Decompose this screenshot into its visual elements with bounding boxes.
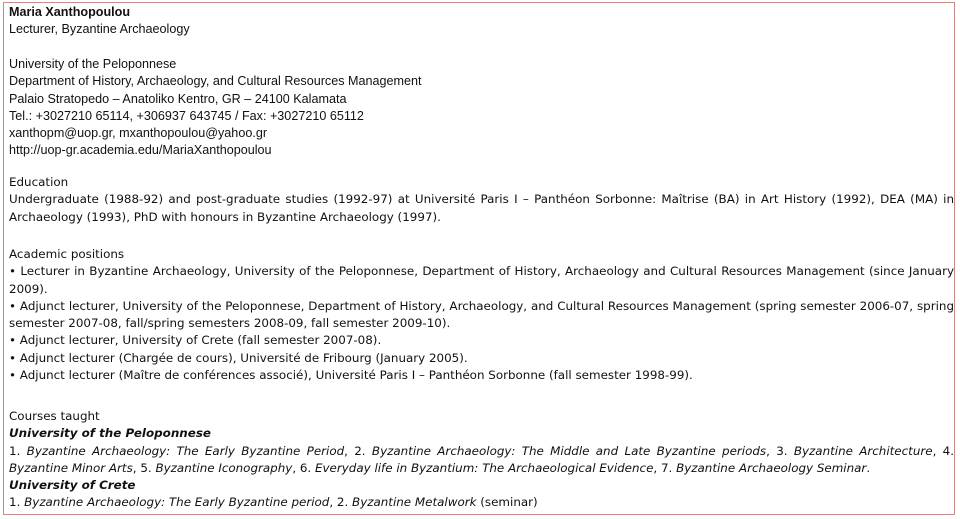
course-title: Byzantine Iconography bbox=[155, 460, 293, 475]
courses-section: Courses taught University of the Pelopon… bbox=[9, 408, 954, 512]
positions-heading: Academic positions bbox=[9, 247, 125, 261]
course-title: Byzantine Archaeology: The Early Byzanti… bbox=[24, 495, 330, 510]
contact-phone: Tel.: +3027210 65114, +306937 643745 / F… bbox=[9, 108, 364, 123]
education-heading: Education bbox=[9, 175, 69, 189]
position-item: • Adjunct lecturer, University of Crete … bbox=[9, 333, 382, 348]
course-title: Byzantine Archaeology: The Early Byzanti… bbox=[26, 443, 345, 458]
course-number: , 5. bbox=[132, 460, 156, 475]
course-number: 1. bbox=[9, 495, 25, 510]
course-number: , 2. bbox=[344, 443, 372, 458]
course-number: , 7. bbox=[653, 460, 677, 475]
courses-peloponnese-list: 1. Byzantine Archaeology: The Early Byza… bbox=[9, 443, 954, 478]
course-title: Byzantine Architecture bbox=[793, 443, 933, 458]
education-section: Education Undergraduate (1988-92) and po… bbox=[9, 174, 954, 226]
contact-website: http://uop-gr.academia.edu/MariaXanthopo… bbox=[9, 143, 272, 158]
course-title: Byzantine Archaeology: The Middle and La… bbox=[371, 443, 767, 458]
position-item: • Adjunct lecturer, University of the Pe… bbox=[9, 298, 954, 331]
course-end: . bbox=[866, 460, 871, 475]
contact-block: University of the Peloponnese Department… bbox=[9, 56, 954, 160]
course-number: , 2. bbox=[329, 495, 353, 510]
courses-heading: Courses taught bbox=[9, 409, 100, 423]
position-item: • Adjunct lecturer (Maître de conférence… bbox=[9, 368, 693, 383]
course-number: , 6. bbox=[292, 460, 315, 475]
education-text: Undergraduate (1988-92) and post-graduat… bbox=[9, 192, 954, 224]
course-title: Everyday life in Byzantium: The Archaeol… bbox=[315, 460, 654, 475]
course-number: 1. bbox=[9, 443, 27, 458]
person-name: Maria Xanthopoulou bbox=[9, 5, 131, 19]
position-item: • Lecturer in Byzantine Archaeology, Uni… bbox=[9, 264, 954, 296]
position-item: • Adjunct lecturer (Chargée de cours), U… bbox=[9, 350, 468, 365]
course-note: (seminar) bbox=[476, 495, 538, 510]
course-number: , 3. bbox=[766, 443, 794, 458]
person-title: Lecturer, Byzantine Archaeology bbox=[9, 22, 190, 37]
courses-crete-list: 1. Byzantine Archaeology: The Early Byza… bbox=[9, 494, 954, 511]
contact-address: Palaio Stratopedo – Anatoliko Kentro, GR… bbox=[9, 91, 347, 106]
course-title: Byzantine Metalwork bbox=[352, 495, 477, 510]
institution-crete: University of Crete bbox=[9, 478, 136, 493]
contact-department: Department of History, Archaeology, and … bbox=[9, 74, 422, 89]
course-number: , 4. bbox=[932, 443, 955, 458]
contact-email: xanthopm@uop.gr, mxanthopoulou@yahoo.gr bbox=[9, 126, 268, 141]
positions-section: Academic positions • Lecturer in Byzanti… bbox=[9, 246, 954, 384]
institution-peloponnese: University of the Peloponnese bbox=[9, 426, 211, 441]
course-title: Byzantine Archaeology Seminar bbox=[676, 460, 867, 475]
cv-header: Maria Xanthopoulou Lecturer, Byzantine A… bbox=[9, 4, 954, 39]
course-title: Byzantine Minor Arts bbox=[9, 460, 133, 475]
contact-university: University of the Peloponnese bbox=[9, 57, 177, 71]
